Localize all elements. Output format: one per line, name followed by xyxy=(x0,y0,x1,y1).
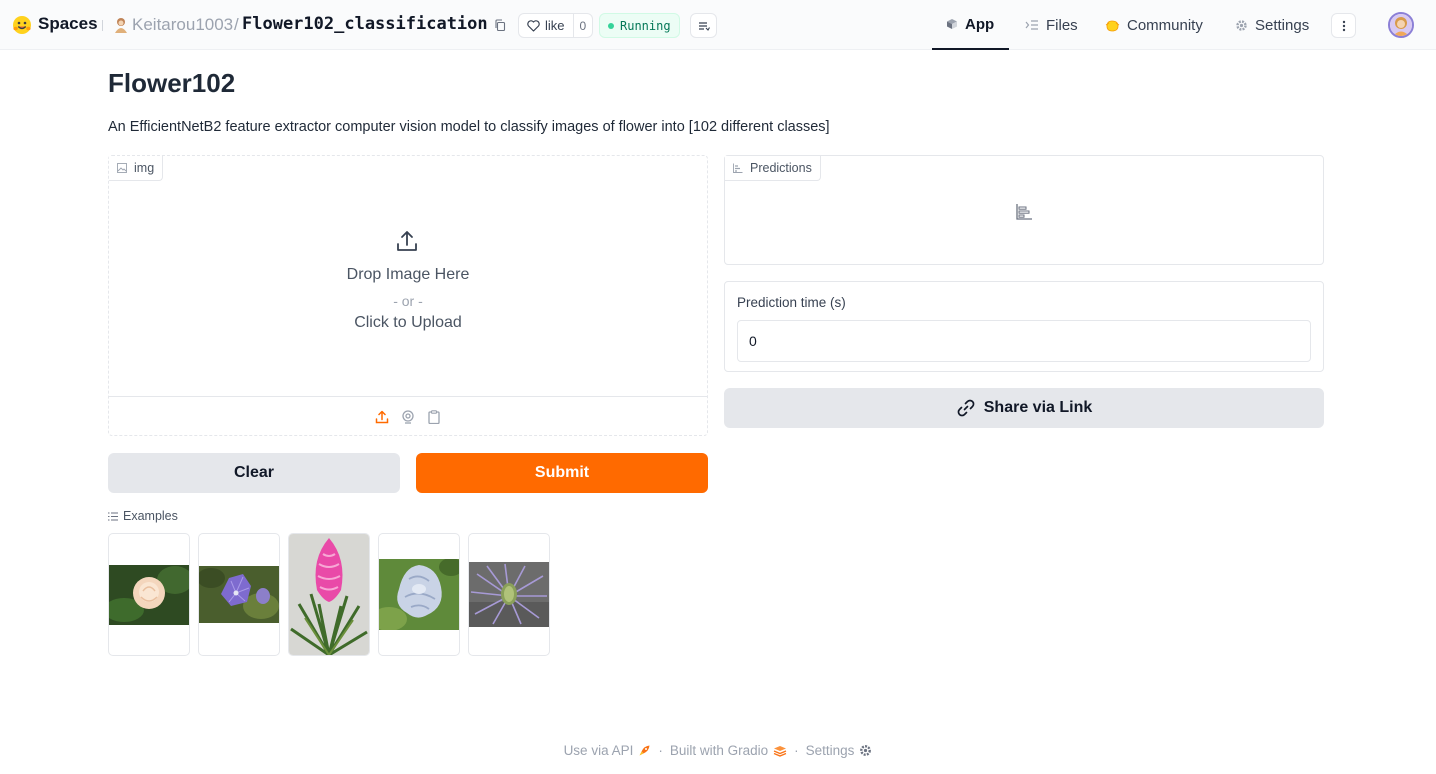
empty-label-chart-icon xyxy=(1016,204,1032,220)
examples-label-text: Examples xyxy=(123,509,178,523)
prediction-time-label: Prediction time (s) xyxy=(737,295,846,310)
image-drop-zone[interactable]: Drop Image Here - or - Click to Upload xyxy=(109,181,707,397)
tab-community-label: Community xyxy=(1127,16,1203,34)
footer-dot: · xyxy=(658,743,663,758)
list-icon xyxy=(108,512,118,520)
drop-image-text: Drop Image Here xyxy=(346,266,470,283)
status-dot-icon xyxy=(608,22,614,29)
page-description: An EfficientNetB2 feature extractor comp… xyxy=(108,119,830,135)
path-separator: / xyxy=(234,15,239,34)
clear-button[interactable]: Clear xyxy=(108,453,400,493)
status-label: Running xyxy=(620,18,671,33)
like-button[interactable]: like xyxy=(519,14,573,37)
click-to-upload-text: Click to Upload xyxy=(354,314,462,331)
built-with-gradio-link[interactable]: Built with Gradio xyxy=(670,743,787,758)
like-label: like xyxy=(545,18,565,33)
image-input-label-text: img xyxy=(134,161,155,175)
user-avatar[interactable] xyxy=(1388,12,1414,38)
prediction-time-panel: Prediction time (s) xyxy=(724,281,1324,372)
top-navigation-bar: Spaces Keitarou1003 / Flower102_classifi… xyxy=(0,0,1436,50)
submit-button[interactable]: Submit xyxy=(416,453,708,493)
example-balloon-flower[interactable] xyxy=(198,533,280,656)
logs-button[interactable] xyxy=(690,13,717,38)
vertical-dots-icon xyxy=(1342,20,1345,31)
logs-icon xyxy=(698,21,710,31)
tab-settings-label: Settings xyxy=(1255,16,1310,34)
footer: Use via API · Built with Gradio · Settin… xyxy=(0,743,1436,758)
copy-icon[interactable] xyxy=(494,19,507,32)
cube-icon xyxy=(947,19,957,29)
footer-dot: · xyxy=(794,743,799,758)
bearded-iris-image xyxy=(379,559,459,630)
spaces-link[interactable]: Spaces xyxy=(38,14,98,34)
upload-icon xyxy=(397,231,417,251)
built-with-gradio-label: Built with Gradio xyxy=(669,743,769,758)
webcam-source-button[interactable] xyxy=(401,409,415,424)
examples-label: Examples xyxy=(108,509,178,523)
image-input-panel: img Drop Image Here - or - Click to Uplo… xyxy=(108,155,708,436)
use-via-api-link[interactable]: Use via API xyxy=(564,743,652,758)
files-icon xyxy=(1025,20,1038,30)
owner-link[interactable]: Keitarou1003 xyxy=(132,15,233,35)
share-via-link-button[interactable]: Share via Link xyxy=(724,388,1324,428)
upload-source-icon xyxy=(375,410,389,423)
clipboard-icon xyxy=(428,409,440,424)
peach-rose-image xyxy=(109,565,189,625)
page-title: Flower102 xyxy=(108,68,236,98)
predictions-label-text: Predictions xyxy=(750,161,812,175)
balloon-flower-image xyxy=(199,566,279,623)
hugging-face-logo-icon[interactable] xyxy=(12,15,32,35)
pink-bromeliad-image xyxy=(289,534,369,655)
tab-files[interactable]: Files xyxy=(1011,0,1092,50)
use-via-api-label: Use via API xyxy=(563,743,634,758)
clipboard-source-button[interactable] xyxy=(427,409,441,424)
more-options-button[interactable] xyxy=(1331,13,1356,38)
bar-chart-icon xyxy=(733,163,743,173)
footer-settings-label: Settings xyxy=(805,743,855,758)
tab-app[interactable]: App xyxy=(932,0,1009,50)
example-bearded-iris[interactable] xyxy=(378,533,460,656)
link-icon xyxy=(957,399,975,417)
upload-source-button[interactable] xyxy=(375,410,389,424)
rocket-icon xyxy=(639,745,650,756)
sea-holly-image xyxy=(469,562,549,627)
or-separator-text: - or - xyxy=(393,293,423,309)
gradio-logo-icon xyxy=(773,745,787,757)
tab-settings[interactable]: Settings xyxy=(1221,0,1323,50)
tab-community[interactable]: Community xyxy=(1091,0,1217,50)
share-via-link-label: Share via Link xyxy=(983,399,1093,416)
image-source-bar xyxy=(109,396,707,436)
webcam-icon xyxy=(402,409,414,424)
example-pink-bromeliad[interactable] xyxy=(288,533,370,656)
example-peach-rose[interactable] xyxy=(108,533,190,656)
repo-name-link[interactable]: Flower102_classification xyxy=(242,14,488,34)
gear-icon xyxy=(860,745,872,756)
heart-icon xyxy=(527,19,540,32)
tab-files-label: Files xyxy=(1046,16,1078,34)
predictions-panel: Predictions xyxy=(724,155,1324,265)
like-group: like 0 xyxy=(518,13,594,38)
like-count[interactable]: 0 xyxy=(572,14,593,37)
gear-icon xyxy=(1236,19,1247,31)
example-sea-holly[interactable] xyxy=(468,533,550,656)
prediction-time-field[interactable] xyxy=(737,320,1311,362)
status-badge[interactable]: Running xyxy=(599,13,680,38)
footer-settings-link[interactable]: Settings xyxy=(806,743,873,758)
user-avatar-icon xyxy=(1390,14,1412,36)
image-icon xyxy=(117,163,127,173)
divider xyxy=(102,20,103,31)
predictions-label: Predictions xyxy=(725,156,821,181)
tab-app-label: App xyxy=(965,15,995,33)
owner-avatar-icon xyxy=(115,18,127,33)
community-icon xyxy=(1105,20,1120,31)
image-input-label: img xyxy=(109,156,164,181)
